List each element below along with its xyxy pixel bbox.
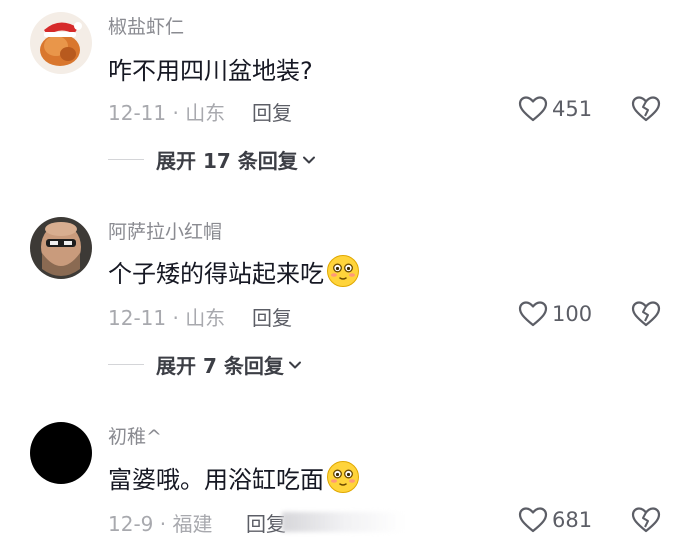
expand-divider bbox=[108, 159, 144, 160]
reply-button[interactable]: 回复 bbox=[252, 302, 292, 331]
shrimp-avatar-image bbox=[30, 12, 92, 74]
avatar[interactable] bbox=[30, 12, 92, 74]
avatar[interactable] bbox=[30, 422, 92, 484]
blurred-overlay bbox=[282, 512, 404, 532]
comment-text-content: 个子矮的得站起来吃 bbox=[108, 259, 324, 288]
reply-button[interactable]: 回复 bbox=[252, 97, 292, 126]
expand-replies-label: 展开 17 条回复 bbox=[156, 149, 298, 173]
heart-outline-icon bbox=[518, 301, 548, 327]
comment-text: 咋不用四川盆地装? bbox=[108, 52, 313, 85]
comment-text: 个子矮的得站起来吃 bbox=[108, 254, 360, 288]
expand-replies-label: 展开 7 条回复 bbox=[156, 354, 284, 378]
blushing-face-emoji bbox=[327, 255, 359, 287]
comment-text-content: 富婆哦。用浴缸吃面 bbox=[108, 465, 324, 494]
expand-replies-button[interactable]: 展开 17 条回复 bbox=[108, 145, 316, 174]
dislike-button[interactable] bbox=[631, 95, 661, 125]
heart-outline-icon bbox=[518, 96, 548, 122]
man-avatar-image bbox=[30, 217, 92, 279]
chevron-down-icon bbox=[288, 361, 301, 368]
broken-heart-icon bbox=[631, 301, 661, 327]
comment-username[interactable]: 阿萨拉小红帽 bbox=[108, 217, 222, 244]
avatar[interactable] bbox=[30, 217, 92, 279]
comment-text-content: 咋不用四川盆地装? bbox=[108, 56, 313, 85]
chevron-down-icon bbox=[302, 156, 315, 163]
heart-outline-icon bbox=[518, 507, 548, 533]
comment-text: 富婆哦。用浴缸吃面 bbox=[108, 460, 360, 494]
reply-button[interactable]: 回复 bbox=[246, 508, 286, 537]
expand-replies-button[interactable]: 展开 7 条回复 bbox=[108, 350, 302, 379]
broken-heart-icon bbox=[631, 96, 661, 122]
comment-meta: 12-11 · 山东 bbox=[108, 306, 226, 330]
blushing-face-emoji bbox=[327, 461, 359, 493]
expand-divider bbox=[108, 364, 144, 365]
like-count: 451 bbox=[552, 97, 593, 121]
comment-meta: 12-9 · 福建 bbox=[108, 512, 213, 536]
like-button[interactable]: 100 bbox=[518, 300, 592, 328]
like-count: 100 bbox=[552, 302, 593, 326]
comment-username[interactable]: 椒盐虾仁 bbox=[108, 12, 184, 39]
like-button[interactable]: 681 bbox=[518, 506, 592, 534]
dislike-button[interactable] bbox=[631, 506, 661, 536]
comment-username[interactable]: 初稚^ bbox=[108, 422, 162, 449]
dislike-button[interactable] bbox=[631, 300, 661, 330]
like-count: 681 bbox=[552, 508, 593, 532]
like-button[interactable]: 451 bbox=[518, 95, 592, 123]
comment-meta: 12-11 · 山东 bbox=[108, 101, 226, 125]
broken-heart-icon bbox=[631, 507, 661, 533]
